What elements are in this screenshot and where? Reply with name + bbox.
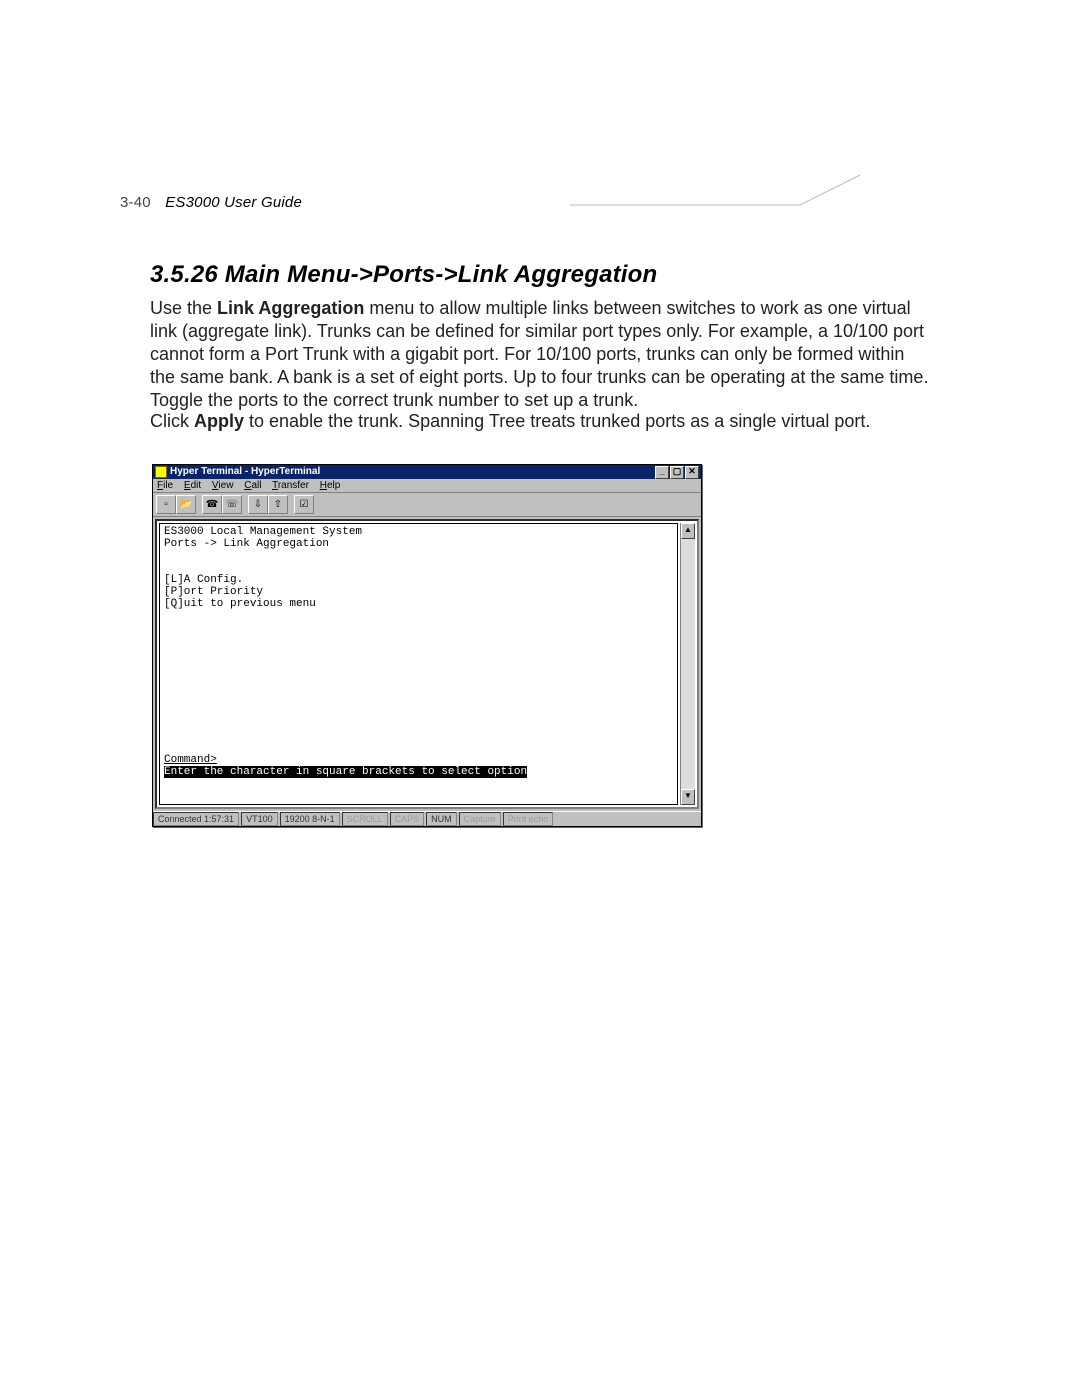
properties-icon[interactable]: ☑ [294,495,314,514]
menu-bar: File Edit View Call Transfer Help [153,479,701,493]
term-line-1: ES3000 Local Management System [164,526,362,538]
scroll-up-icon[interactable]: ▲ [681,523,695,539]
page-number: 3-40 [120,194,151,211]
status-emulation: VT100 [241,812,278,826]
page-header: 3-40 ES3000 User Guide [120,194,302,211]
term-line-5: [L]A Config. [164,574,243,586]
menu-file[interactable]: File [157,480,173,491]
menu-help[interactable]: Help [320,480,341,491]
close-button[interactable]: ✕ [685,466,699,479]
term-hint: Enter the character in square brackets t… [164,766,527,778]
status-caps: CAPS [390,812,425,826]
scroll-track[interactable] [681,539,695,789]
section-heading: 3.5.26 Main Menu->Ports->Link Aggregatio… [150,261,657,289]
menu-edit[interactable]: Edit [184,480,201,491]
connect-icon[interactable]: ☎ [202,495,222,514]
term-line-2: Ports -> Link Aggregation [164,538,329,550]
term-line-7: [Q]uit to previous menu [164,598,316,610]
status-printecho: Print echo [503,812,554,826]
menu-call[interactable]: Call [244,480,261,491]
term-line-6: [P]ort Priority [164,586,263,598]
window-titlebar[interactable]: Hyper Terminal - HyperTerminal _ ▢ ✕ [153,465,701,479]
term-command-prompt: Command> [164,754,217,766]
p2-bold: Apply [194,411,244,431]
scroll-down-icon[interactable]: ▼ [681,789,695,805]
document-page: 3-40 ES3000 User Guide 3.5.26 Main Menu-… [0,0,1080,1397]
p2-pre: Click [150,411,194,431]
header-divider-icon [570,170,930,240]
status-num: NUM [426,812,457,826]
minimize-button[interactable]: _ [655,466,669,479]
terminal-frame: ES3000 Local Management System Ports -> … [153,517,701,811]
paragraph-2: Click Apply to enable the trunk. Spannin… [150,410,930,433]
window-title: Hyper Terminal - HyperTerminal [170,465,320,479]
status-scroll: SCROLL [342,812,388,826]
p1-pre: Use the [150,298,217,318]
menu-view[interactable]: View [212,480,234,491]
maximize-button[interactable]: ▢ [670,466,684,479]
disconnect-icon[interactable]: ☏ [222,495,242,514]
status-capture: Capture [459,812,501,826]
send-icon[interactable]: ⇩ [248,495,268,514]
hyperterminal-window: Hyper Terminal - HyperTerminal _ ▢ ✕ Fil… [152,464,702,827]
new-doc-icon[interactable]: ▫ [156,495,176,514]
status-settings: 19200 8-N-1 [280,812,340,826]
p2-post: to enable the trunk. Spanning Tree treat… [244,411,870,431]
p1-bold: Link Aggregation [217,298,364,318]
paragraph-1: Use the Link Aggregation menu to allow m… [150,297,930,412]
status-bar: Connected 1:57:31 VT100 19200 8-N-1 SCRO… [153,811,701,826]
menu-transfer[interactable]: Transfer [272,480,309,491]
terminal-output[interactable]: ES3000 Local Management System Ports -> … [159,523,678,805]
doc-title: ES3000 User Guide [165,194,302,211]
app-icon [155,466,167,478]
status-connected: Connected 1:57:31 [153,812,239,826]
toolbar: ▫ 📂 ☎ ☏ ⇩ ⇧ ☑ [153,493,701,517]
vertical-scrollbar[interactable]: ▲ ▼ [680,523,695,805]
open-doc-icon[interactable]: 📂 [176,495,196,514]
receive-icon[interactable]: ⇧ [268,495,288,514]
